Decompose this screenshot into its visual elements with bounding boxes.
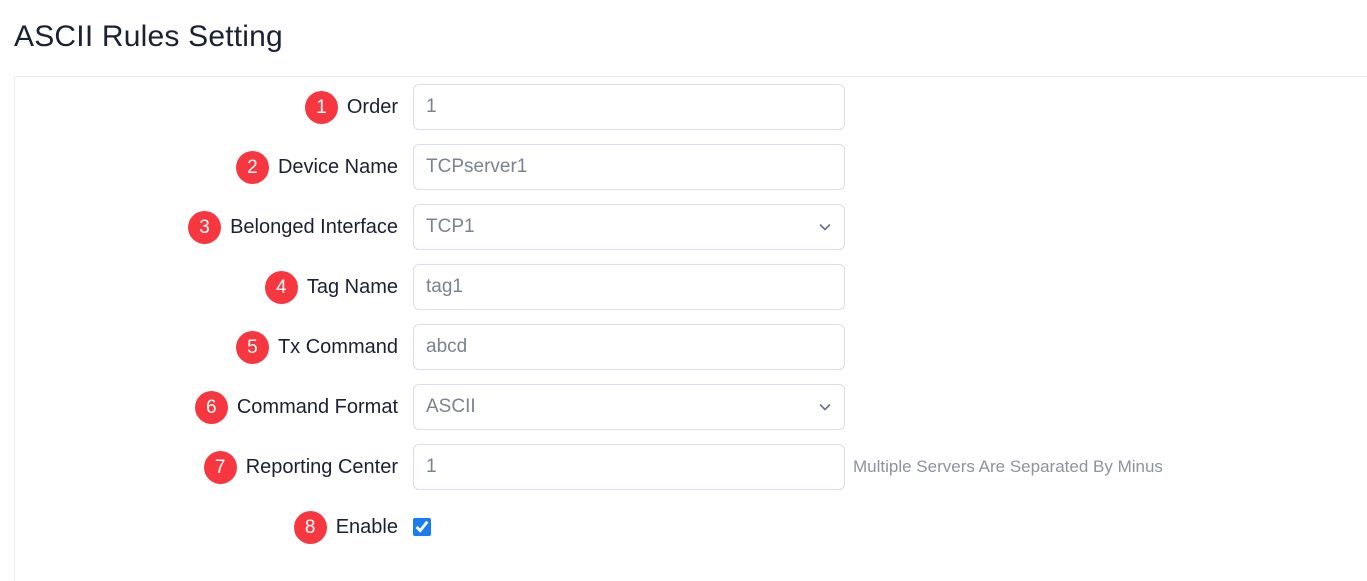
control-cell-device-name <box>413 144 845 190</box>
label-cell-command-format: 6 Command Format <box>15 390 398 424</box>
field-label-device-name: Device Name <box>277 155 398 178</box>
field-label-tx-command: Tx Command <box>277 335 398 358</box>
control-cell-command-format <box>413 384 845 430</box>
label-cell-tag-name: 4 Tag Name <box>15 270 398 304</box>
form-row-command-format: 6 Command Format <box>15 377 1355 437</box>
control-cell-belonged-interface <box>413 204 845 250</box>
reporting-center-input[interactable] <box>413 444 845 490</box>
field-label-tag-name: Tag Name <box>306 275 398 298</box>
control-cell-tag-name <box>413 264 845 310</box>
field-label-command-format: Command Format <box>236 395 398 418</box>
control-cell-tx-command <box>413 324 845 370</box>
step-badge-6: 6 <box>194 390 228 424</box>
field-label-enable: Enable <box>335 515 398 538</box>
control-cell-enable <box>413 518 431 536</box>
ascii-rules-setting-page: ASCII Rules Setting 1 Order 2 Device Nam… <box>0 0 1367 581</box>
form-row-device-name: 2 Device Name <box>15 137 1355 197</box>
step-badge-3: 3 <box>188 210 222 244</box>
form-row-belonged-interface: 3 Belonged Interface <box>15 197 1355 257</box>
order-input[interactable] <box>413 84 845 130</box>
tx-command-input[interactable] <box>413 324 845 370</box>
step-badge-4: 4 <box>264 270 298 304</box>
form-row-tag-name: 4 Tag Name <box>15 257 1355 317</box>
form-row-tx-command: 5 Tx Command <box>15 317 1355 377</box>
label-cell-reporting-center: 7 Reporting Center <box>15 450 398 484</box>
belonged-interface-select[interactable] <box>413 204 845 250</box>
control-cell-reporting-center: Multiple Servers Are Separated By Minus <box>413 444 1163 490</box>
form-row-order: 1 Order <box>15 77 1355 137</box>
settings-card: 1 Order 2 Device Name <box>14 76 1367 581</box>
control-cell-order <box>413 84 845 130</box>
enable-checkbox[interactable] <box>413 518 431 536</box>
step-badge-5: 5 <box>235 330 269 364</box>
step-badge-7: 7 <box>203 450 237 484</box>
page-title: ASCII Rules Setting <box>14 20 283 53</box>
belonged-interface-select-wrap <box>413 204 845 250</box>
step-badge-2: 2 <box>235 150 269 184</box>
reporting-center-hint: Multiple Servers Are Separated By Minus <box>853 457 1163 476</box>
device-name-input[interactable] <box>413 144 845 190</box>
tag-name-input[interactable] <box>413 264 845 310</box>
label-cell-belonged-interface: 3 Belonged Interface <box>15 210 398 244</box>
field-label-belonged-interface: Belonged Interface <box>230 215 398 238</box>
command-format-select[interactable] <box>413 384 845 430</box>
label-cell-device-name: 2 Device Name <box>15 150 398 184</box>
label-cell-tx-command: 5 Tx Command <box>15 330 398 364</box>
field-label-reporting-center: Reporting Center <box>245 455 398 478</box>
ascii-rules-form: 1 Order 2 Device Name <box>15 77 1355 557</box>
field-label-order: Order <box>346 95 398 118</box>
step-badge-1: 1 <box>304 90 338 124</box>
command-format-select-wrap <box>413 384 845 430</box>
label-cell-order: 1 Order <box>15 90 398 124</box>
label-cell-enable: 8 Enable <box>15 510 398 544</box>
step-badge-8: 8 <box>293 510 327 544</box>
form-row-reporting-center: 7 Reporting Center Multiple Servers Are … <box>15 437 1355 497</box>
form-row-enable: 8 Enable <box>15 497 1355 557</box>
